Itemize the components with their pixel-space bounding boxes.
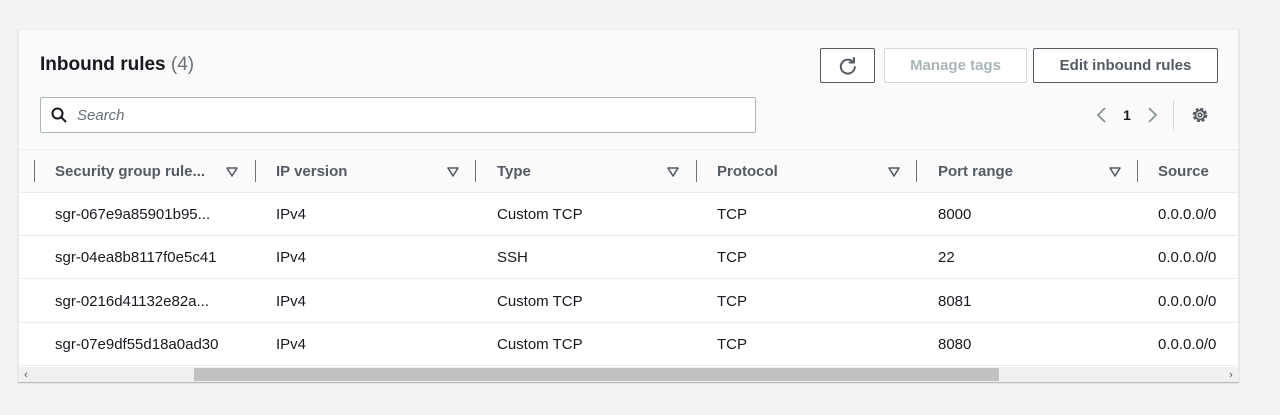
inbound-rules-panel: Inbound rules (4) Manage tags Edit inbou… xyxy=(18,29,1239,382)
manage-tags-button[interactable]: Manage tags xyxy=(884,48,1027,83)
source-cell: 0.0.0.0/0 xyxy=(1158,206,1217,223)
sort-icon[interactable] xyxy=(1109,150,1121,193)
title-text: Inbound rules xyxy=(40,54,166,75)
chevron-right-icon xyxy=(1148,107,1158,123)
pager-divider xyxy=(1173,100,1174,130)
protocol-cell: TCP xyxy=(717,249,747,266)
column-header-ip-version[interactable]: IP version xyxy=(276,150,347,193)
column-divider xyxy=(255,160,256,182)
column-divider xyxy=(34,160,35,182)
search-icon xyxy=(51,106,69,124)
table-row[interactable]: sgr-0216d41132e82a... IPv4 Custom TCP TC… xyxy=(19,280,1238,323)
current-page-number[interactable]: 1 xyxy=(1115,107,1139,123)
column-header-type[interactable]: Type xyxy=(497,150,531,193)
column-label: Port range xyxy=(938,163,1014,180)
protocol-cell: TCP xyxy=(717,336,747,353)
column-label: Protocol xyxy=(717,163,778,180)
port-range-cell: 8081 xyxy=(938,293,972,310)
rule-id-cell: sgr-0216d41132e82a... xyxy=(55,293,210,310)
ip-version-cell: IPv4 xyxy=(276,249,307,266)
type-cell: Custom TCP xyxy=(497,293,583,310)
rule-id-cell: sgr-07e9df55d18a0ad30 xyxy=(55,336,219,353)
column-label: Source xyxy=(1158,163,1209,180)
next-page-button[interactable] xyxy=(1139,106,1167,124)
type-cell: Custom TCP xyxy=(497,206,583,223)
sort-icon[interactable] xyxy=(447,150,459,193)
column-header-security-group-rule[interactable]: Security group rule... xyxy=(55,150,205,193)
column-header-source[interactable]: Source xyxy=(1158,150,1209,193)
column-divider xyxy=(696,160,697,182)
gear-icon xyxy=(1192,107,1208,123)
column-label: IP version xyxy=(276,163,348,180)
sort-icon[interactable] xyxy=(667,150,679,193)
search-box[interactable] xyxy=(40,97,756,133)
column-divider xyxy=(916,160,917,182)
edit-inbound-rules-button[interactable]: Edit inbound rules xyxy=(1033,48,1218,83)
sort-icon[interactable] xyxy=(888,150,900,193)
type-cell: Custom TCP xyxy=(497,336,583,353)
scroll-right-icon[interactable]: › xyxy=(1224,367,1238,381)
protocol-cell: TCP xyxy=(717,206,747,223)
source-cell: 0.0.0.0/0 xyxy=(1158,336,1217,353)
ip-version-cell: IPv4 xyxy=(276,206,307,223)
column-header-protocol[interactable]: Protocol xyxy=(717,150,778,193)
previous-page-button[interactable] xyxy=(1087,106,1115,124)
column-label: Type xyxy=(497,163,531,180)
rule-id-cell: sgr-067e9a85901b95... xyxy=(55,206,211,223)
pagination: 1 xyxy=(1087,100,1214,130)
scrollbar-thumb[interactable] xyxy=(194,368,999,381)
column-header-port-range[interactable]: Port range xyxy=(938,150,1013,193)
rule-count: (4) xyxy=(170,54,195,75)
type-cell: SSH xyxy=(497,249,528,266)
table-header: Security group rule... IP version Type P… xyxy=(19,150,1238,193)
rule-id-cell: sgr-04ea8b8117f0e5c41 xyxy=(55,249,217,266)
port-range-cell: 8080 xyxy=(938,336,972,353)
port-range-cell: 22 xyxy=(938,249,955,266)
ip-version-cell: IPv4 xyxy=(276,293,307,310)
scroll-left-icon[interactable]: ‹ xyxy=(19,367,33,381)
port-range-cell: 8000 xyxy=(938,206,972,223)
preferences-button[interactable] xyxy=(1186,105,1214,125)
refresh-button[interactable] xyxy=(820,48,875,83)
table-row[interactable]: sgr-067e9a85901b95... IPv4 Custom TCP TC… xyxy=(19,193,1238,236)
refresh-icon xyxy=(839,56,856,75)
ip-version-cell: IPv4 xyxy=(276,336,307,353)
source-cell: 0.0.0.0/0 xyxy=(1158,249,1217,266)
panel-title: Inbound rules (4) xyxy=(40,54,194,76)
table-row[interactable]: sgr-04ea8b8117f0e5c41 IPv4 SSH TCP 22 0.… xyxy=(19,236,1238,279)
column-divider xyxy=(475,160,476,182)
panel-header: Inbound rules (4) Manage tags Edit inbou… xyxy=(19,30,1238,150)
sort-icon[interactable] xyxy=(226,150,238,193)
horizontal-scrollbar[interactable]: ‹ › xyxy=(19,367,1238,381)
chevron-left-icon xyxy=(1096,107,1106,123)
column-label: Security group rule... xyxy=(55,163,206,180)
table-row[interactable]: sgr-07e9df55d18a0ad30 IPv4 Custom TCP TC… xyxy=(19,323,1238,366)
protocol-cell: TCP xyxy=(717,293,747,310)
search-input[interactable] xyxy=(77,106,677,124)
source-cell: 0.0.0.0/0 xyxy=(1158,293,1217,310)
column-divider xyxy=(1137,160,1138,182)
